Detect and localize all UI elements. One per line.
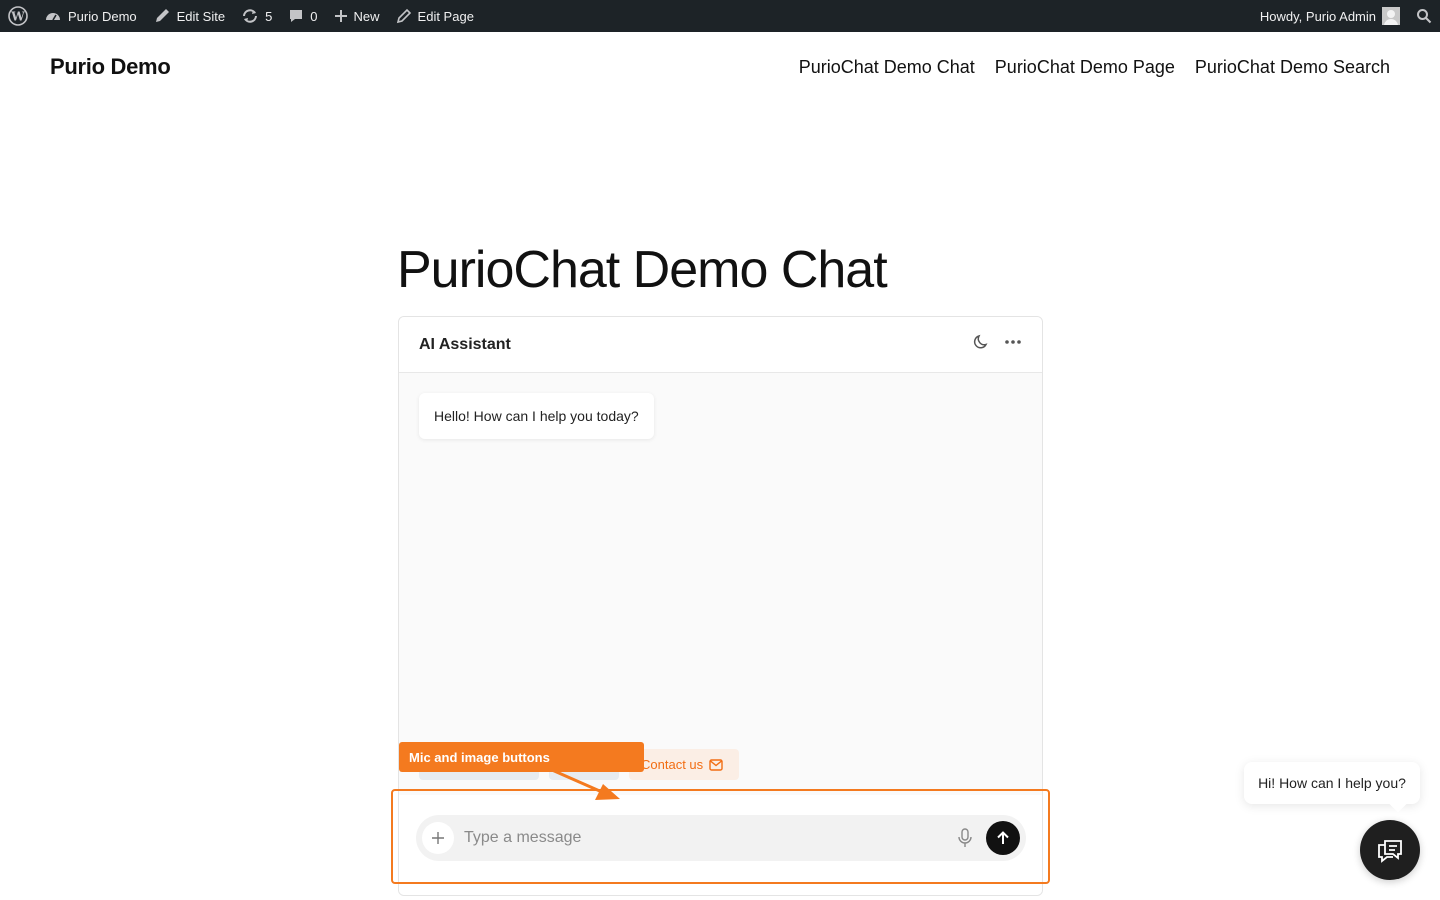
account-menu[interactable]: Howdy, Purio Admin (1252, 0, 1408, 32)
admin-bar: W Purio Demo Edit Site 5 0 New Edit Page… (0, 0, 1440, 32)
contact-us-label: Contact us (641, 757, 704, 772)
howdy-label: Howdy, Purio Admin (1259, 8, 1376, 24)
more-horizontal-icon (1005, 340, 1021, 344)
comments-link[interactable]: 0 (280, 0, 325, 32)
dashboard-icon (46, 13, 60, 21)
admin-site-name[interactable]: Purio Demo (36, 0, 145, 32)
annotation-arrow-icon (551, 768, 620, 800)
primary-navigation: PurioChat Demo Chat PurioChat Demo Page … (799, 57, 1390, 78)
edit-page-link[interactable]: Edit Page (388, 0, 482, 32)
site-name-label: Purio Demo (68, 8, 137, 24)
pencil-icon (396, 8, 411, 24)
search-icon (1417, 9, 1432, 24)
contact-us-chip[interactable]: Contact us (629, 749, 739, 780)
wordpress-logo-icon[interactable]: W (0, 0, 36, 32)
floating-chat-greeting[interactable]: Hi! How can I help you? (1244, 762, 1420, 804)
nav-item-demo-page[interactable]: PurioChat Demo Page (995, 57, 1175, 78)
dark-mode-toggle[interactable] (972, 333, 990, 356)
assistant-message: Hello! How can I help you today? (419, 393, 654, 439)
updates-icon (243, 9, 258, 23)
mail-icon (709, 758, 723, 771)
moon-icon (973, 334, 988, 349)
chat-icon (1378, 840, 1402, 863)
new-content-link[interactable]: New (326, 0, 388, 32)
more-options-button[interactable] (1004, 333, 1022, 356)
chat-title: AI Assistant (419, 335, 511, 353)
comments-count: 0 (310, 8, 318, 24)
svg-text:W: W (10, 10, 25, 24)
updates-link[interactable]: 5 (233, 0, 280, 32)
annotation-label: Mic and image buttons (399, 742, 644, 772)
admin-search-button[interactable] (1408, 0, 1440, 32)
page-title: PurioChat Demo Chat (397, 241, 888, 299)
nav-item-demo-search[interactable]: PurioChat Demo Search (1195, 57, 1390, 78)
brush-icon (155, 9, 169, 22)
new-label: New (353, 8, 380, 24)
plus-icon (334, 10, 347, 22)
floating-chat-button[interactable] (1360, 820, 1420, 880)
avatar (1382, 7, 1400, 25)
edit-site-link[interactable]: Edit Site (145, 0, 233, 32)
edit-page-label: Edit Page (417, 8, 474, 24)
annotation-highlight-box (391, 789, 1050, 884)
updates-count: 5 (265, 8, 273, 24)
nav-item-demo-chat[interactable]: PurioChat Demo Chat (799, 57, 975, 78)
site-title[interactable]: Purio Demo (50, 54, 171, 80)
edit-site-label: Edit Site (176, 8, 226, 24)
chat-header: AI Assistant (399, 317, 1042, 373)
comment-icon (290, 10, 303, 22)
